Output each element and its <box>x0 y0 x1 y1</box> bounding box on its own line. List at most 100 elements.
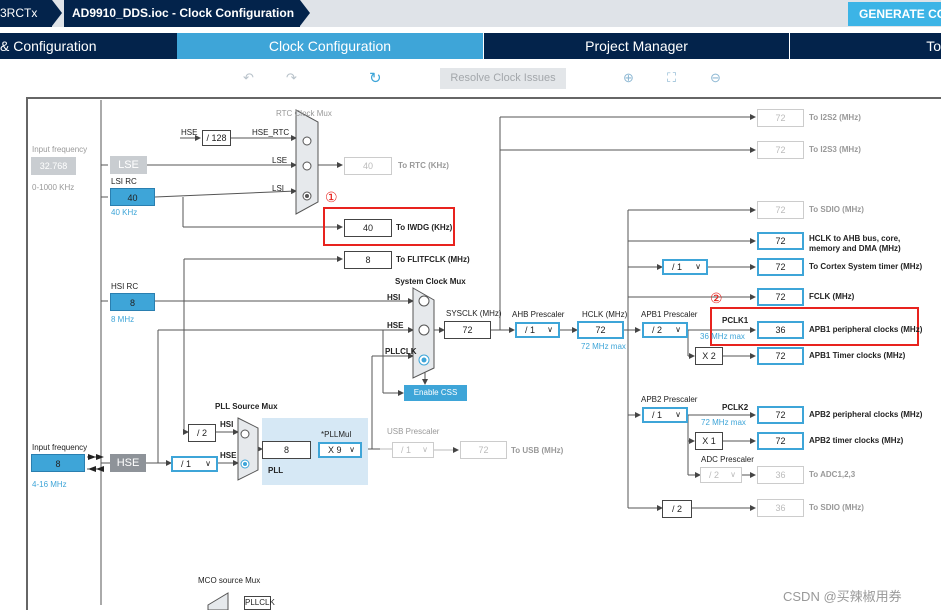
ahb-prescaler-value: / 1 <box>525 325 536 335</box>
chevron-down-icon: ∨ <box>695 262 701 271</box>
pll-source-mux-title: PLL Source Mux <box>215 402 278 411</box>
apb2-timer-multiplier: X 1 <box>695 432 723 450</box>
sys-mux-hsi-label: HSI <box>387 293 401 302</box>
fclk-output-label: FCLK (MHz) <box>809 292 855 301</box>
pll-input-value[interactable]: 8 <box>262 441 311 459</box>
flitf-output-value[interactable]: 8 <box>344 251 392 269</box>
hsi-rc-block[interactable]: 8 <box>110 293 155 311</box>
hsi-frequency: 8 MHz <box>111 315 135 324</box>
apb1-timer-output-value[interactable]: 72 <box>757 347 804 365</box>
apb1-peripheral-output-label: APB1 peripheral clocks (MHz) <box>809 325 923 334</box>
flitf-output-label: To FLITFCLK (MHz) <box>396 255 470 264</box>
hse-input-frequency-label: Input frequency <box>32 443 88 452</box>
lse-block[interactable]: LSE <box>110 156 147 174</box>
mco-mux-shape <box>207 592 229 610</box>
pll-mux-shape <box>237 417 259 481</box>
i2s3-output-value[interactable]: 72 <box>757 141 804 159</box>
ahb-prescaler-label: AHB Prescaler <box>512 310 565 319</box>
annotation-one: ① <box>325 189 338 205</box>
lsi-rc-label: LSI RC <box>111 177 137 186</box>
apb1-timer-output-label: APB1 Timer clocks (MHz) <box>809 351 906 360</box>
enable-css-button[interactable]: Enable CSS <box>404 385 467 401</box>
chevron-down-icon: ∨ <box>730 470 736 479</box>
apb1-prescaler-select[interactable]: / 2 ∨ <box>642 322 688 338</box>
cortex-timer-divider-value: / 1 <box>672 262 683 272</box>
rtc-lse-label: LSE <box>272 156 288 165</box>
system-clock-mux-title: System Clock Mux <box>395 277 466 286</box>
apb1-timer-multiplier: X 2 <box>695 347 723 365</box>
hclk-max: 72 MHz max <box>581 342 626 351</box>
apb2-peripheral-output-label: APB2 peripheral clocks (MHz) <box>809 410 923 419</box>
i2s2-output-label: To I2S2 (MHz) <box>809 113 861 122</box>
usb-output-label: To USB (MHz) <box>511 446 564 455</box>
pll-mux-hse-label: HSE <box>220 451 237 460</box>
chevron-down-icon: ∨ <box>675 410 681 419</box>
hclk-label: HCLK (MHz) <box>582 310 628 319</box>
ahb-bus-output-label: HCLK to AHB bus, core, <box>809 234 901 243</box>
hse-block[interactable]: HSE <box>110 454 146 472</box>
sdio-output-label: To SDIO (MHz) <box>809 205 864 214</box>
apb2-timer-output-label: APB2 timer clocks (MHz) <box>809 436 904 445</box>
apb2-prescaler-label: APB2 Prescaler <box>641 395 698 404</box>
adc-prescaler-select[interactable]: / 2 ∨ <box>700 467 742 483</box>
sdio2-output-value[interactable]: 36 <box>757 499 804 517</box>
lse-frequency-range: 0-1000 KHz <box>32 183 75 192</box>
ahb-bus-output-label-line2: memory and DMA (MHz) <box>809 244 901 253</box>
hsi-rc-label: HSI RC <box>111 282 139 291</box>
lse-input-frequency-label: Input frequency <box>32 145 88 154</box>
rtc-output-value[interactable]: 40 <box>344 157 392 175</box>
hse-input-frequency-field[interactable]: 8 <box>31 454 85 472</box>
pll-hsi-divider: / 2 <box>188 424 216 442</box>
mco-pllclk-label: PLLCLK <box>244 596 275 610</box>
rtc-hse-label: HSE <box>181 128 198 137</box>
sysclk-label: SYSCLK (MHz) <box>446 309 502 318</box>
iwdg-output-label: To IWDG (KHz) <box>396 223 453 232</box>
ahb-prescaler-select[interactable]: / 1 ∨ <box>515 322 560 338</box>
annotation-two: ② <box>710 290 723 306</box>
adc-output-value[interactable]: 36 <box>757 466 804 484</box>
pll-mul-value: X 9 <box>328 445 342 455</box>
pll-mul-select[interactable]: X 9 ∨ <box>318 442 362 458</box>
adc-output-label: To ADC1,2,3 <box>809 470 856 479</box>
lsi-rc-block[interactable]: 40 <box>110 188 155 206</box>
rtc-clock-mux-title: RTC Clock Mux <box>276 109 332 118</box>
pclk2-label: PCLK2 <box>722 403 749 412</box>
hse-frequency-range: 4-16 MHz <box>32 480 67 489</box>
sys-mux-pllclk-label: PLLCLK <box>385 347 417 356</box>
chevron-down-icon: ∨ <box>547 325 553 334</box>
apb2-timer-output-value[interactable]: 72 <box>757 432 804 450</box>
rtc-hse-divider[interactable]: / 128 <box>202 130 231 146</box>
chevron-down-icon: ∨ <box>349 445 355 454</box>
apb2-prescaler-select[interactable]: / 1 ∨ <box>642 407 688 423</box>
apb1-peripheral-output-value[interactable]: 36 <box>757 321 804 339</box>
adc-prescaler-label: ADC Prescaler <box>701 455 754 464</box>
sys-mux-hse-label: HSE <box>387 321 404 330</box>
i2s3-output-label: To I2S3 (MHz) <box>809 145 861 154</box>
hse-divider-select[interactable]: / 1 ∨ <box>171 456 218 472</box>
sdio-divider: / 2 <box>662 500 692 518</box>
chevron-down-icon: ∨ <box>205 459 211 468</box>
usb-output-value[interactable]: 72 <box>460 441 507 459</box>
usb-prescaler-label: USB Prescaler <box>387 427 440 436</box>
cortex-timer-output-value[interactable]: 72 <box>757 258 804 276</box>
iwdg-output-value[interactable]: 40 <box>344 219 392 237</box>
ahb-bus-output-value[interactable]: 72 <box>757 232 804 250</box>
chevron-down-icon: ∨ <box>422 445 428 454</box>
sysclk-value[interactable]: 72 <box>444 321 491 339</box>
rtc-lsi-label: LSI <box>272 184 285 193</box>
apb2-peripheral-output-value[interactable]: 72 <box>757 406 804 424</box>
rtc-output-label: To RTC (KHz) <box>398 161 449 170</box>
chevron-down-icon: ∨ <box>675 325 681 334</box>
sdio2-output-label: To SDIO (MHz) <box>809 503 864 512</box>
rtc-hse-rtc-label: HSE_RTC <box>252 128 290 137</box>
cortex-timer-divider-select[interactable]: / 1 ∨ <box>662 259 708 275</box>
watermark: CSDN @买辣椒用券 <box>783 589 902 604</box>
lse-input-frequency-field[interactable]: 32.768 <box>31 157 76 175</box>
fclk-output-value[interactable]: 72 <box>757 288 804 306</box>
apb2-prescaler-value: / 1 <box>652 410 663 420</box>
sdio-output-value[interactable]: 72 <box>757 201 804 219</box>
hclk-value[interactable]: 72 <box>577 321 624 339</box>
usb-prescaler-select[interactable]: / 1 ∨ <box>392 442 434 458</box>
i2s2-output-value[interactable]: 72 <box>757 109 804 127</box>
apb1-prescaler-value: / 2 <box>652 325 663 335</box>
